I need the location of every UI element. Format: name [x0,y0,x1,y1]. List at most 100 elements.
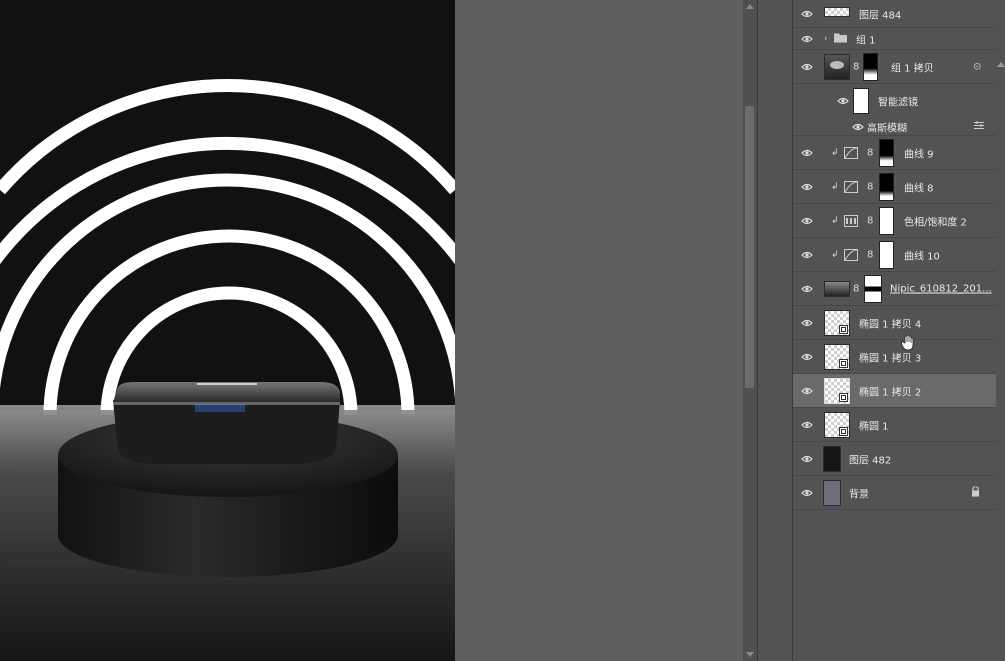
filter-mask-thumbnail[interactable] [853,88,869,114]
layer-name: 图层 484 [859,10,902,21]
collapse-chevron-up-icon[interactable] [997,62,1005,67]
layer-name: 椭圆 1 拷贝 2 [859,387,922,398]
link-chain-icon[interactable]: 8 [853,61,859,72]
visibility-eye-icon[interactable] [801,149,813,157]
canvas-scrollbar[interactable] [743,0,757,661]
layer-row-484[interactable]: 图层 484 [793,0,996,28]
visibility-eye-icon[interactable] [801,319,813,327]
layer-name: 曲线 8 [904,183,934,194]
layer-row-482[interactable]: 图层 482 [793,442,996,476]
layers-list: 图层 484 › 组 1 8 组 1 拷贝 ⊙ 智能滤镜 高斯模糊 ↲ 8 曲线… [793,0,996,510]
layer-row-nipic[interactable]: 8 Nipic_610812_201... [793,272,996,306]
layer-row-curves-8[interactable]: ↲ 8 曲线 8 [793,170,996,204]
layer-name: 曲线 10 [904,251,940,262]
pasteboard [455,0,743,661]
layer-name: 椭圆 1 [859,421,889,432]
layer-name: 椭圆 1 拷贝 4 [859,319,922,330]
visibility-eye-icon[interactable] [801,353,813,361]
layer-row-ellipse-copy-3[interactable]: 椭圆 1 拷贝 3 [793,340,996,374]
clipping-arrow-icon: ↲ [831,147,839,158]
layer-mask-thumbnail[interactable] [879,240,894,269]
layers-panel: 图层 484 › 组 1 8 组 1 拷贝 ⊙ 智能滤镜 高斯模糊 ↲ 8 曲线… [793,0,1005,661]
visibility-eye-icon[interactable] [801,455,813,463]
shape-thumbnail [824,343,850,370]
link-chain-icon[interactable]: 8 [867,181,873,192]
filter-settings-icon[interactable] [974,121,984,132]
image-thumbnail [824,280,850,297]
layer-name: 色相/饱和度 2 [904,217,967,228]
shape-layer-badge-icon [839,426,848,436]
curves-adjustment-icon [844,248,858,261]
curves-adjustment-icon [844,180,858,193]
smart-filter-badge-icon: ⊙ [973,61,982,72]
shape-thumbnail [824,411,850,438]
document-canvas[interactable] [0,0,455,661]
layer-name: 背景 [849,489,869,500]
layer-row-hue-sat-2[interactable]: ↲ 8 色相/饱和度 2 [793,204,996,238]
visibility-eye-icon[interactable] [801,183,813,191]
visibility-eye-icon[interactable] [801,489,813,497]
clipping-arrow-icon: ↲ [831,215,839,226]
clipping-arrow-icon: ↲ [831,249,839,260]
shape-thumbnail [824,309,850,336]
shape-layer-badge-icon [839,358,848,368]
hue-saturation-icon [844,214,858,227]
link-chain-icon[interactable]: 8 [867,215,873,226]
visibility-eye-icon[interactable] [801,217,813,225]
visibility-eye-icon[interactable] [837,97,849,105]
layer-mask-thumbnail[interactable] [879,206,894,235]
layer-row-curves-10[interactable]: ↲ 8 曲线 10 [793,238,996,272]
layer-row-ellipse-copy-2[interactable]: 椭圆 1 拷贝 2 [793,374,996,408]
smart-object-thumbnail [824,53,850,80]
layer-mask-thumbnail[interactable] [879,172,894,201]
shape-thumbnail [824,377,850,404]
visibility-eye-icon[interactable] [801,285,813,293]
layer-name: 智能滤镜 [878,97,918,109]
panel-gutter [757,0,793,661]
link-chain-icon[interactable]: 8 [853,283,859,294]
shape-layer-badge-icon [839,324,848,334]
smart-filters-row[interactable]: 智能滤镜 [793,84,996,118]
neon-rings [0,79,455,416]
curves-adjustment-icon [844,146,858,159]
layer-row-group-1-copy[interactable]: 8 组 1 拷贝 ⊙ [793,50,996,84]
visibility-eye-icon[interactable] [801,421,813,429]
layer-thumbnail [823,479,841,506]
layer-mask-thumbnail[interactable] [879,138,894,167]
layer-name: Nipic_610812_201... [890,283,992,294]
folder-icon [834,32,847,45]
gaussian-blur-row[interactable]: 高斯模糊 [793,118,996,136]
layer-name: 组 1 [856,35,876,46]
chevron-right-icon[interactable]: › [824,34,828,44]
scroll-up-icon[interactable] [746,4,754,9]
scrollbar-thumb[interactable] [745,106,754,388]
layer-thumbnail [824,7,850,17]
layer-row-background[interactable]: 背景 [793,476,996,510]
layer-name: 组 1 拷贝 [891,63,934,74]
visibility-eye-icon[interactable] [801,10,813,18]
ring-1 [0,136,455,265]
clipping-arrow-icon: ↲ [831,181,839,192]
layer-row-ellipse-copy-4[interactable]: 椭圆 1 拷贝 4 [793,306,996,340]
lock-icon[interactable] [971,485,980,499]
layer-mask-thumbnail[interactable] [864,274,882,303]
link-chain-icon[interactable]: 8 [867,249,873,260]
layer-row-ellipse-1[interactable]: 椭圆 1 [793,408,996,442]
shape-layer-badge-icon [839,392,848,402]
layers-scroll[interactable] [996,46,1005,86]
visibility-eye-icon[interactable] [801,387,813,395]
scroll-down-icon[interactable] [746,652,754,657]
layer-row-group-1[interactable]: › 组 1 [793,28,996,50]
visibility-eye-icon[interactable] [801,63,813,71]
visibility-eye-icon[interactable] [801,35,813,43]
hand-cursor-icon [901,334,915,355]
visibility-eye-icon[interactable] [801,251,813,259]
canvas-artwork [0,79,455,661]
link-chain-icon[interactable]: 8 [867,147,873,158]
visibility-eye-icon[interactable] [852,123,864,131]
layer-row-curves-9[interactable]: ↲ 8 曲线 9 [793,136,996,170]
layer-name: 曲线 9 [904,149,934,160]
layer-name: 高斯模糊 [867,123,907,134]
layer-mask-thumbnail[interactable] [863,52,878,81]
layer-thumbnail [823,445,841,472]
